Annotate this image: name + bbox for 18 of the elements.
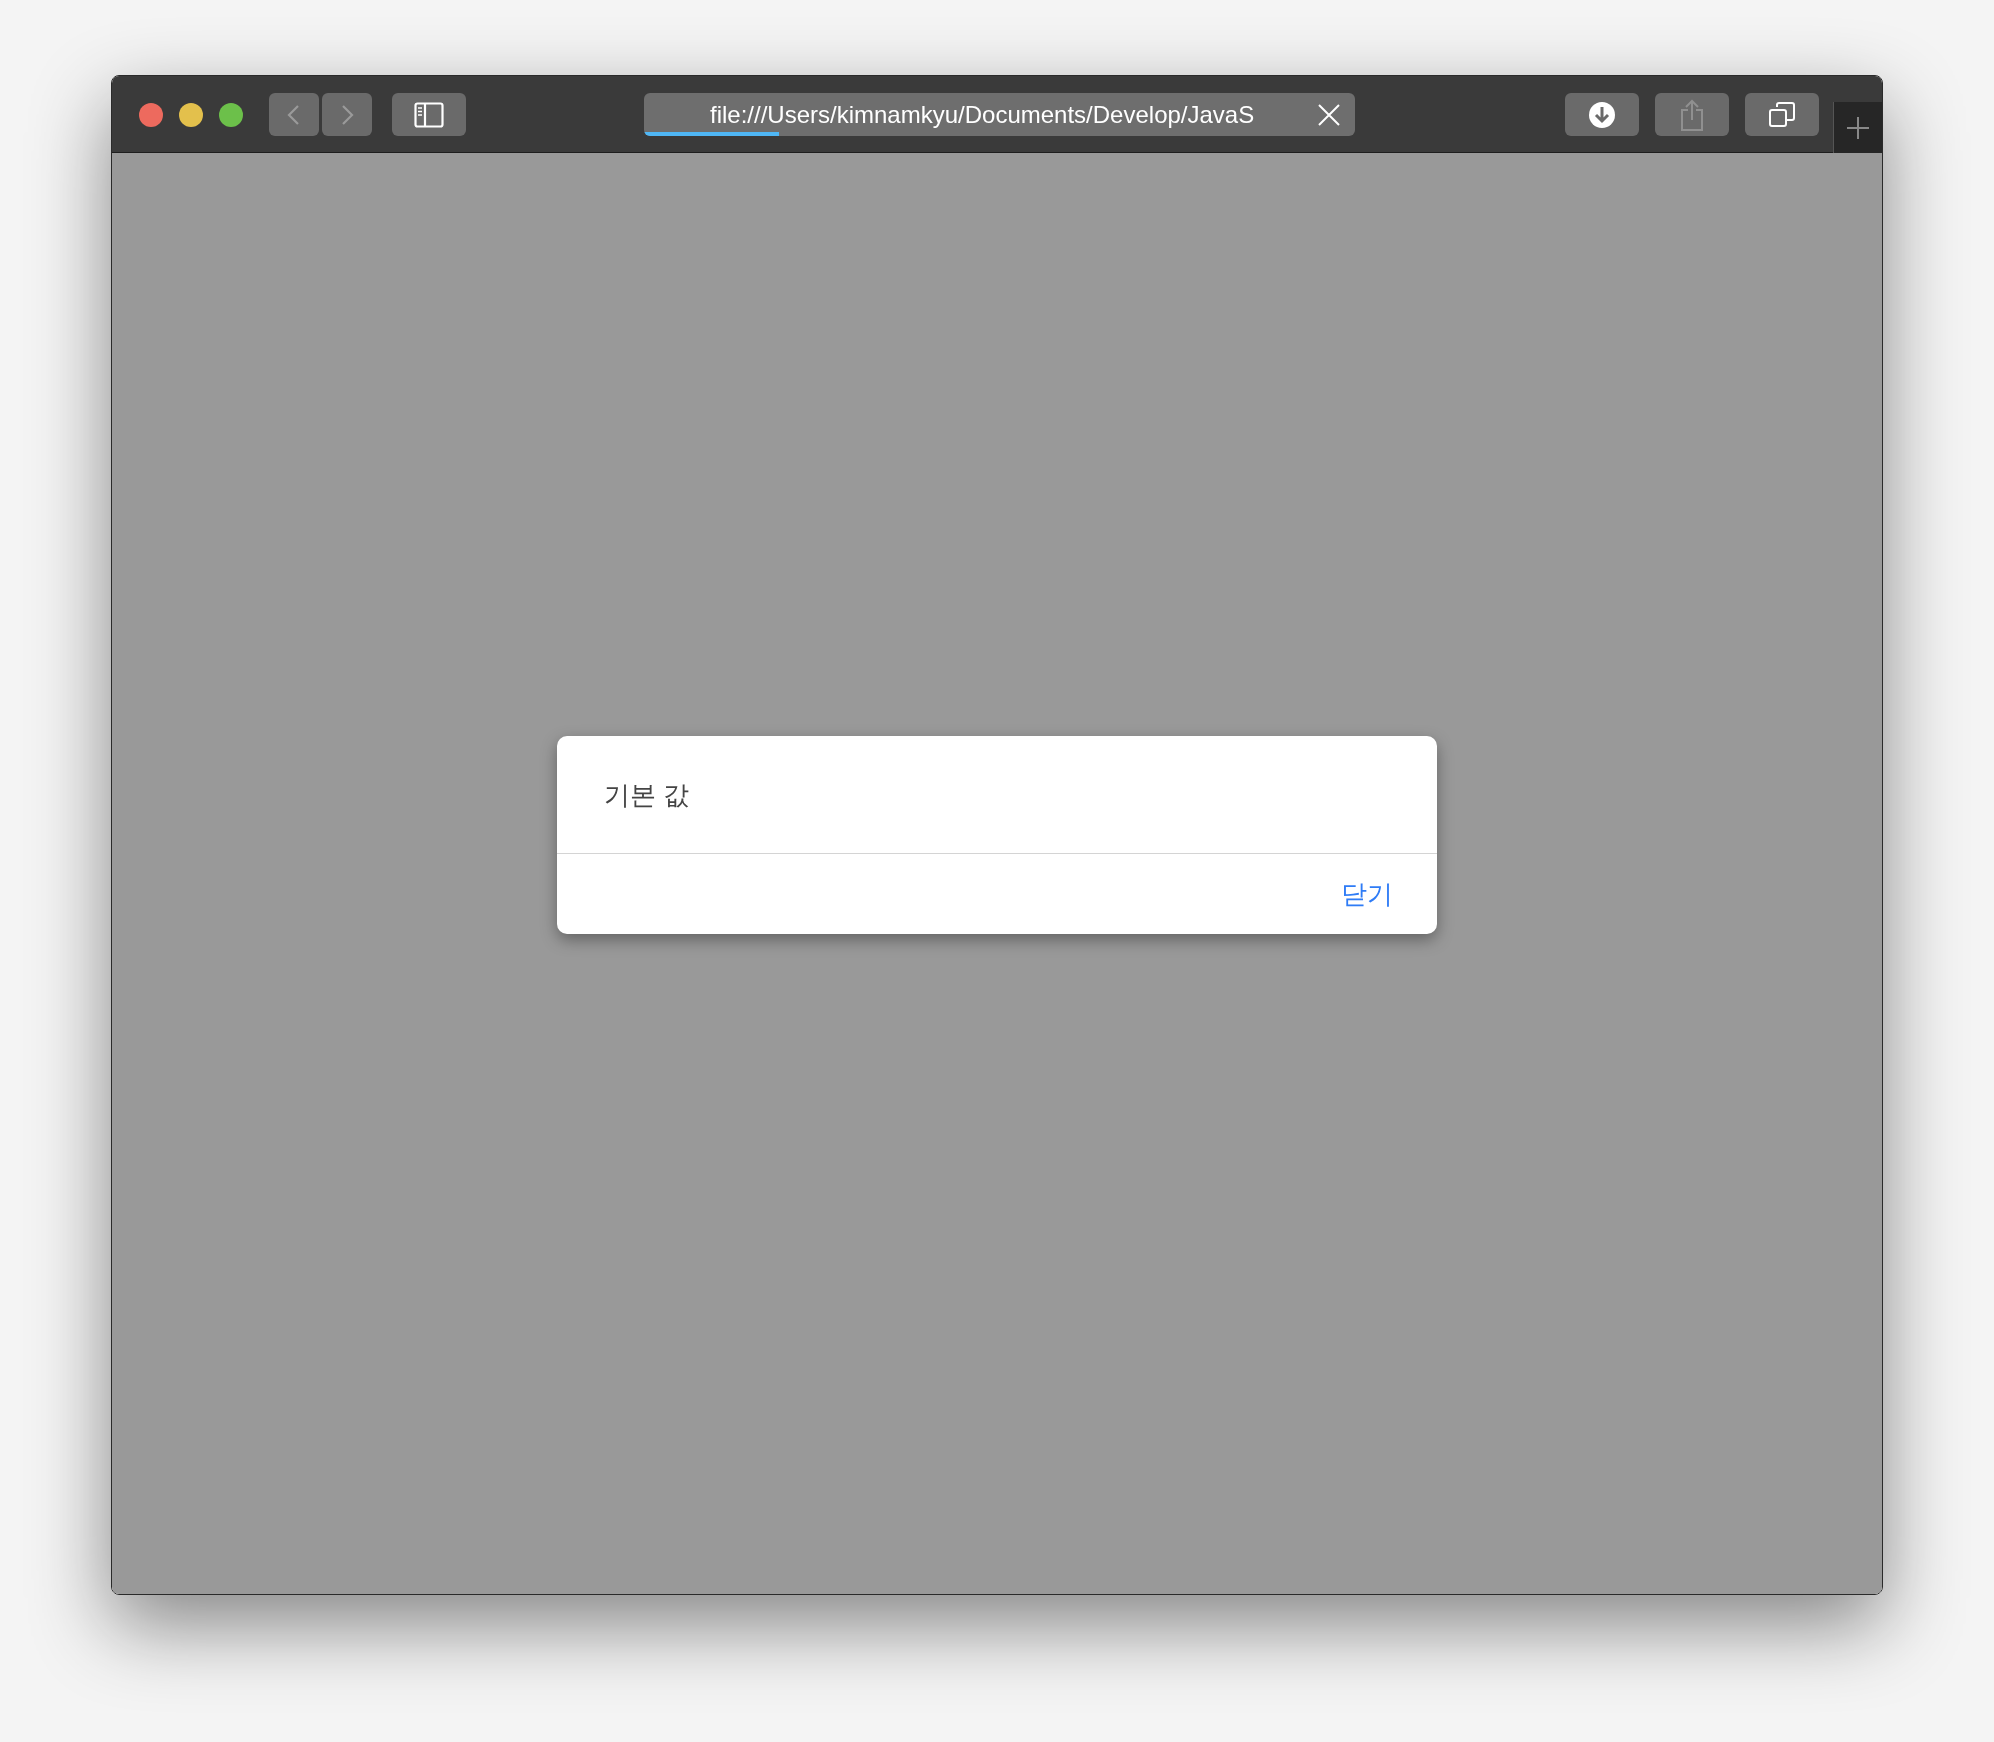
dialog-message: 기본 값 [604, 780, 690, 810]
sidebar-button[interactable] [392, 93, 466, 136]
share-icon [1680, 98, 1704, 131]
sidebar-icon [414, 101, 444, 128]
zoom-button[interactable] [219, 103, 243, 127]
minimize-button[interactable] [179, 103, 203, 127]
downloads-button[interactable] [1565, 93, 1639, 136]
tabs-button[interactable] [1745, 93, 1819, 136]
close-button[interactable] [139, 103, 163, 127]
download-icon [1588, 100, 1616, 129]
plus-icon [1846, 115, 1870, 140]
address-bar[interactable]: file:///Users/kimnamkyu/Documents/Develop/JavaS [644, 93, 1355, 136]
close-icon [1317, 102, 1341, 127]
stop-loading-button[interactable] [1316, 101, 1342, 128]
close-button[interactable]: 닫기 [1341, 874, 1393, 914]
url-text: file:///Users/kimnamkyu/Documents/Develop/JavaS [710, 99, 1255, 130]
tabs-icon [1769, 101, 1795, 128]
new-tab-button[interactable] [1833, 102, 1882, 153]
